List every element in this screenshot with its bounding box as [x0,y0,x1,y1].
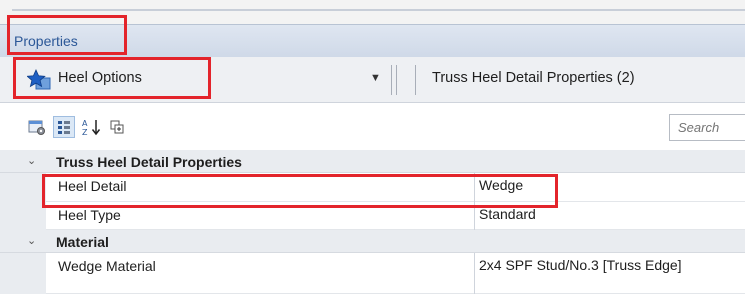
category-row[interactable]: ⌄ Material [0,230,745,253]
search-input[interactable] [669,114,745,141]
row-gutter [0,202,46,230]
expand-icon[interactable] [107,116,127,138]
divider [415,65,416,95]
svg-text:Z: Z [82,128,88,136]
row-gutter [0,253,46,294]
property-row[interactable]: Heel Type Standard [0,202,745,230]
divider [12,9,745,11]
property-name: Heel Detail [46,173,474,202]
sort-alphabetical-icon[interactable]: A Z [80,116,104,138]
star-icon [26,69,51,91]
property-pages-icon[interactable] [26,116,48,138]
svg-text:A: A [82,119,88,128]
category-label: Material [56,234,109,250]
property-row[interactable]: Heel Detail Wedge [0,173,745,202]
row-gutter [0,173,46,202]
properties-panel-header: Properties [0,24,745,57]
property-name: Heel Type [46,202,474,230]
collapse-chevron-icon[interactable]: ⌄ [27,154,36,167]
property-value[interactable]: Wedge [475,173,745,202]
categorized-icon[interactable] [53,116,75,138]
object-selector[interactable]: Heel Options ▼ Truss Heel Detail Propert… [0,57,745,103]
properties-toolbar: A Z [0,103,745,150]
divider [391,65,392,95]
property-grid: ⌄ Truss Heel Detail Properties Heel Deta… [0,150,745,294]
category-label: Truss Heel Detail Properties [56,154,242,170]
property-value[interactable]: Standard [475,202,745,230]
dropdown-arrow-icon[interactable]: ▼ [370,72,381,84]
panel-title: Properties [14,33,78,49]
collapse-chevron-icon[interactable]: ⌄ [27,234,36,247]
property-row[interactable]: Wedge Material 2x4 SPF Stud/No.3 [Truss … [0,253,745,294]
divider [396,65,397,95]
selector-label: Heel Options [58,70,142,86]
selection-label: Truss Heel Detail Properties (2) [432,70,635,86]
window-top-strip [0,0,745,24]
property-name: Wedge Material [46,253,474,294]
property-value[interactable]: 2x4 SPF Stud/No.3 [Truss Edge] [475,253,745,294]
category-row[interactable]: ⌄ Truss Heel Detail Properties [0,150,745,173]
